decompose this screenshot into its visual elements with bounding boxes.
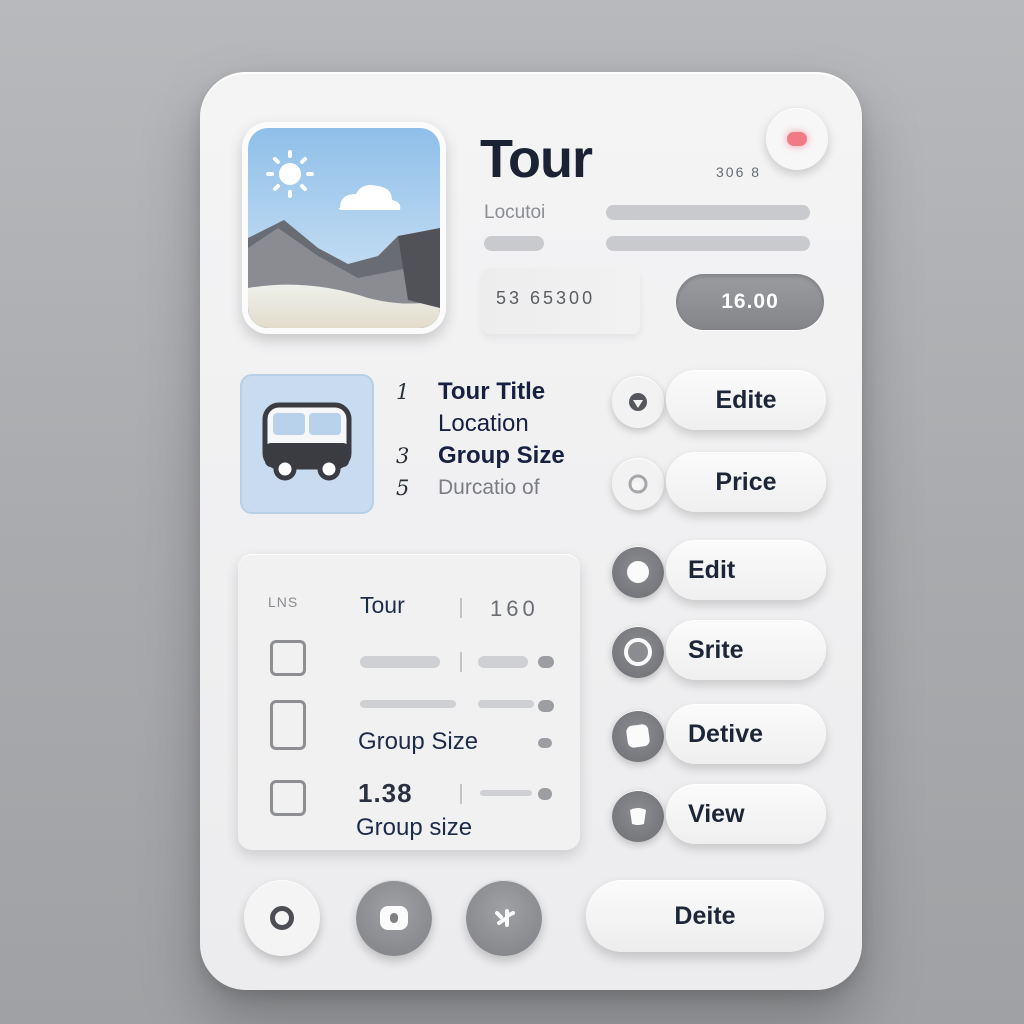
view-button[interactable]: View	[666, 784, 826, 844]
list-number: 5	[396, 476, 410, 500]
price-button[interactable]: Price	[666, 452, 826, 512]
placeholder-bar	[360, 700, 456, 708]
location-placeholder-bar	[606, 205, 810, 220]
lock-icon[interactable]	[356, 880, 432, 956]
tour-title-text: Tour Title	[438, 378, 546, 405]
share-icon[interactable]	[466, 880, 542, 956]
location-label: Locutoi	[484, 202, 546, 223]
table-row-label: Tour	[360, 592, 405, 618]
divider	[460, 652, 462, 672]
settings-icon[interactable]	[244, 880, 320, 956]
group-size-label: Group Size	[358, 728, 479, 755]
status-dot	[538, 738, 552, 748]
list-item: 1 Tour Title	[396, 376, 596, 408]
edite-button[interactable]: Edite	[666, 370, 826, 430]
edit-action[interactable]: Edit	[612, 540, 826, 600]
placeholder-bar	[480, 790, 532, 796]
status-dot	[538, 700, 554, 712]
price-action[interactable]: Price	[612, 452, 826, 512]
srite-action[interactable]: Srite	[612, 620, 826, 680]
status-dot	[538, 656, 554, 668]
gauge-icon[interactable]	[270, 640, 306, 676]
table-row-value: 160	[490, 596, 539, 621]
placeholder-bar	[360, 656, 440, 668]
square-icon[interactable]	[612, 710, 664, 762]
shield-icon[interactable]	[612, 376, 664, 428]
divider	[460, 784, 462, 804]
landscape-image	[248, 128, 440, 328]
bus-thumbnail[interactable]	[240, 374, 374, 514]
view-action[interactable]: View	[612, 784, 826, 844]
location-text: Location	[438, 410, 529, 437]
bus-icon	[262, 402, 352, 481]
list-item: Location	[396, 408, 596, 440]
detive-action[interactable]: Detive	[612, 704, 826, 764]
close-button[interactable]	[766, 108, 828, 170]
close-icon	[787, 132, 807, 146]
placeholder-bar	[484, 236, 544, 251]
srite-button[interactable]: Srite	[666, 620, 826, 680]
ring-icon[interactable]	[612, 626, 664, 678]
header-meta: 306 8	[716, 164, 762, 180]
status-dot	[538, 788, 552, 800]
table-row-value: 1.38	[358, 778, 413, 808]
placeholder-bar	[606, 236, 810, 251]
header-icon-label: LNS	[268, 594, 299, 610]
tag-icon[interactable]	[612, 458, 664, 510]
price-code: 53 65300	[482, 268, 640, 334]
page-title: Tour	[480, 129, 593, 189]
duration-text: Durcatio of	[438, 476, 540, 499]
price-pill[interactable]: 16.00	[676, 274, 824, 330]
delete-button[interactable]: Deite	[586, 880, 824, 952]
badge-icon[interactable]	[612, 790, 664, 842]
calendar-icon[interactable]	[270, 780, 306, 816]
dot-icon[interactable]	[612, 546, 664, 598]
list-number: 3	[396, 444, 410, 468]
seat-icon[interactable]	[270, 700, 306, 750]
edit-button[interactable]: Edit	[666, 540, 826, 600]
list-number: 1	[396, 380, 410, 404]
list-item: 3 Group Size	[396, 440, 596, 472]
tour-info-list: 1 Tour Title Location 3 Group Size 5 Dur…	[396, 376, 596, 504]
tour-details-table: LNS Tour 160 Group Size 1.38 Group size	[238, 554, 580, 850]
detive-button[interactable]: Detive	[666, 704, 826, 764]
group-size-label: Group size	[356, 814, 473, 841]
divider	[460, 598, 462, 618]
list-item: 5 Durcatio of	[396, 472, 596, 504]
group-size-text: Group Size	[438, 442, 565, 469]
placeholder-bar	[478, 700, 534, 708]
tour-image[interactable]	[242, 122, 446, 334]
edite-action[interactable]: Edite	[612, 370, 826, 430]
placeholder-bar	[478, 656, 528, 668]
tour-card: Tour 306 8 Locutoi 53 65300 16.00 1 Tour…	[200, 72, 862, 990]
